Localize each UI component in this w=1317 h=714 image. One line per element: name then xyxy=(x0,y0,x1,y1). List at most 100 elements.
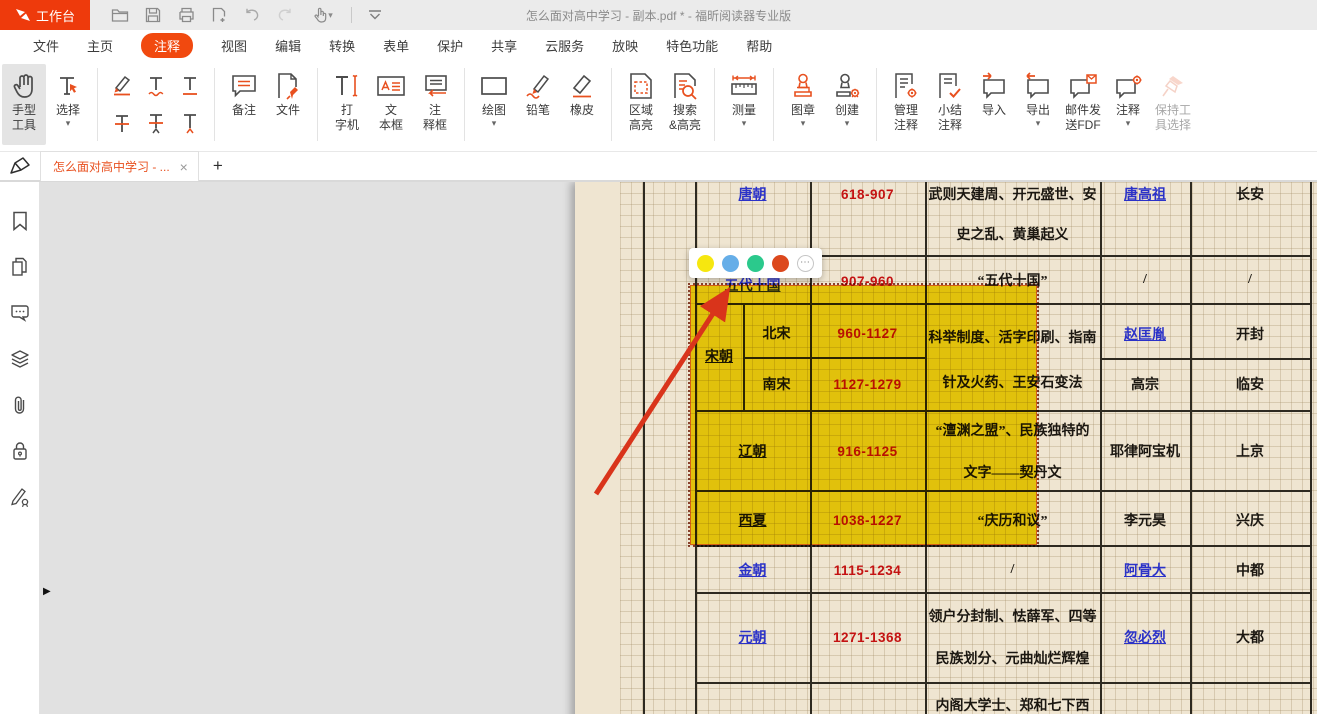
touch-mode-button[interactable]: ▾ xyxy=(306,3,340,27)
ribbon-divider xyxy=(876,68,877,141)
pushpin-icon xyxy=(1159,69,1187,103)
strikeout-button[interactable] xyxy=(108,109,136,137)
menu-comment[interactable]: 注释 xyxy=(141,33,193,58)
stamp-button[interactable]: 图章 ▾ xyxy=(781,64,825,145)
manage-comments-button[interactable]: 管理注释 xyxy=(884,64,928,145)
search-highlight-button[interactable]: 搜索&高亮 xyxy=(663,64,707,145)
panel-expand-arrow[interactable]: ▶ xyxy=(43,586,51,597)
signature-panel-button[interactable] xyxy=(9,486,31,508)
comment-bubble-icon xyxy=(10,304,30,322)
eraser-button[interactable]: 橡皮 xyxy=(560,64,604,145)
replace-text-button[interactable] xyxy=(142,109,170,137)
more-colors-button[interactable]: ⋯ xyxy=(797,255,814,272)
comments-list-button[interactable]: 注释 ▾ xyxy=(1106,64,1150,145)
file-attachment-button[interactable]: 文件 xyxy=(266,64,310,145)
button-label: 导入 xyxy=(982,103,1006,118)
underline-button[interactable] xyxy=(176,71,204,99)
menu-cloud[interactable]: 云服务 xyxy=(545,36,584,55)
save-icon xyxy=(145,7,161,23)
summarize-comments-button[interactable]: 小结注释 xyxy=(928,64,972,145)
years-cell: 1115-1234 xyxy=(810,558,925,582)
menu-share[interactable]: 共享 xyxy=(491,36,517,55)
menu-help[interactable]: 帮助 xyxy=(746,36,772,55)
person-cell: / xyxy=(1100,268,1190,292)
undo-button[interactable] xyxy=(240,3,264,27)
years-cell: 1271-1368 xyxy=(810,625,925,649)
capital-cell: 临安 xyxy=(1190,372,1310,396)
import-comments-button[interactable]: 导入 xyxy=(972,64,1016,145)
hand-tool-button[interactable]: 手型工具 xyxy=(2,64,46,145)
menu-convert[interactable]: 转换 xyxy=(329,36,355,55)
select-tool-button[interactable]: 选择 ▾ xyxy=(46,64,90,145)
draw-button[interactable]: 绘图 ▾ xyxy=(472,64,516,145)
workspace-button[interactable]: 工作台 xyxy=(0,0,90,30)
insert-text-button[interactable] xyxy=(176,109,204,137)
person-cell: 阿骨大 xyxy=(1100,558,1190,582)
active-document-tab[interactable]: 怎么面对高中学习 - ... × xyxy=(40,151,199,181)
security-panel-button[interactable] xyxy=(9,440,31,462)
pencil-button[interactable]: 铅笔 xyxy=(516,64,560,145)
typewriter-button[interactable]: 打字机 xyxy=(325,64,369,145)
customize-toolbar-button[interactable] xyxy=(363,3,387,27)
table-line xyxy=(1100,358,1310,360)
button-label: 绘图 xyxy=(482,103,506,118)
menu-view[interactable]: 视图 xyxy=(221,36,247,55)
open-file-button[interactable] xyxy=(108,3,132,27)
highlight-annotation[interactable] xyxy=(690,285,1037,545)
bubble-gear-icon xyxy=(1114,69,1142,103)
button-label: 图章 xyxy=(791,103,815,118)
button-label: 注释 xyxy=(938,118,962,133)
main-area: ▶ 唐朝 618-907 武则天建周、开元盛世、安 史之 xyxy=(0,182,1317,714)
document-canvas[interactable]: ▶ 唐朝 618-907 武则天建周、开元盛世、安 史之 xyxy=(40,182,1317,714)
callout-button[interactable]: 注释框 xyxy=(413,64,457,145)
save-button[interactable] xyxy=(141,3,165,27)
color-swatch-yellow[interactable] xyxy=(697,255,714,272)
menu-home[interactable]: 主页 xyxy=(87,36,113,55)
ribbon-toolbar: 手型工具 选择 ▾ 备注 xyxy=(0,60,1317,152)
menu-features[interactable]: 特色功能 xyxy=(666,36,718,55)
measure-button[interactable]: 测量 ▾ xyxy=(722,64,766,145)
replace-text-icon xyxy=(144,111,168,135)
dynasty-cell: 元朝 xyxy=(695,625,810,649)
menu-protect[interactable]: 保护 xyxy=(437,36,463,55)
attachments-panel-button[interactable] xyxy=(9,394,31,416)
bubble-export-icon xyxy=(1024,69,1052,103)
ruler-icon xyxy=(729,69,759,103)
color-swatch-green[interactable] xyxy=(747,255,764,272)
squiggly-underline-button[interactable] xyxy=(142,71,170,99)
color-swatch-red[interactable] xyxy=(772,255,789,272)
note-button[interactable]: 备注 xyxy=(222,64,266,145)
menu-form[interactable]: 表单 xyxy=(383,36,409,55)
layers-panel-button[interactable] xyxy=(9,348,31,370)
new-tab-button[interactable]: + xyxy=(213,156,223,176)
add-page-button[interactable] xyxy=(207,3,231,27)
button-label: 工具 xyxy=(12,118,36,133)
email-fdf-button[interactable]: 邮件发送FDF xyxy=(1060,64,1106,145)
bookmarks-panel-button[interactable] xyxy=(9,210,31,232)
textbox-button[interactable]: 文本框 xyxy=(369,64,413,145)
export-comments-button[interactable]: 导出 ▾ xyxy=(1016,64,1060,145)
add-file-icon xyxy=(211,7,227,23)
menu-present[interactable]: 放映 xyxy=(612,36,638,55)
area-highlight-button[interactable]: 区域高亮 xyxy=(619,64,663,145)
color-swatch-blue[interactable] xyxy=(722,255,739,272)
button-label: 打 xyxy=(341,103,353,118)
button-label: 选择 xyxy=(56,103,80,118)
printer-icon xyxy=(178,7,195,23)
table-line xyxy=(695,592,1312,594)
button-label: 备注 xyxy=(232,103,256,118)
menu-file[interactable]: 文件 xyxy=(33,36,59,55)
menu-edit[interactable]: 编辑 xyxy=(275,36,301,55)
print-button[interactable] xyxy=(174,3,198,27)
pages-panel-button[interactable] xyxy=(9,256,31,278)
annotation-pen-icon[interactable] xyxy=(0,157,40,175)
highlight-text-button[interactable] xyxy=(108,71,136,99)
feature-cell: 武则天建周、开元盛世、安 xyxy=(925,182,1100,206)
undo-icon xyxy=(244,8,260,22)
comments-panel-button[interactable] xyxy=(9,302,31,324)
typewriter-icon xyxy=(332,69,362,103)
create-stamp-button[interactable]: 创建 ▾ xyxy=(825,64,869,145)
close-tab-icon[interactable]: × xyxy=(180,160,188,174)
redo-button[interactable] xyxy=(273,3,297,27)
capital-cell: / xyxy=(1190,268,1310,292)
